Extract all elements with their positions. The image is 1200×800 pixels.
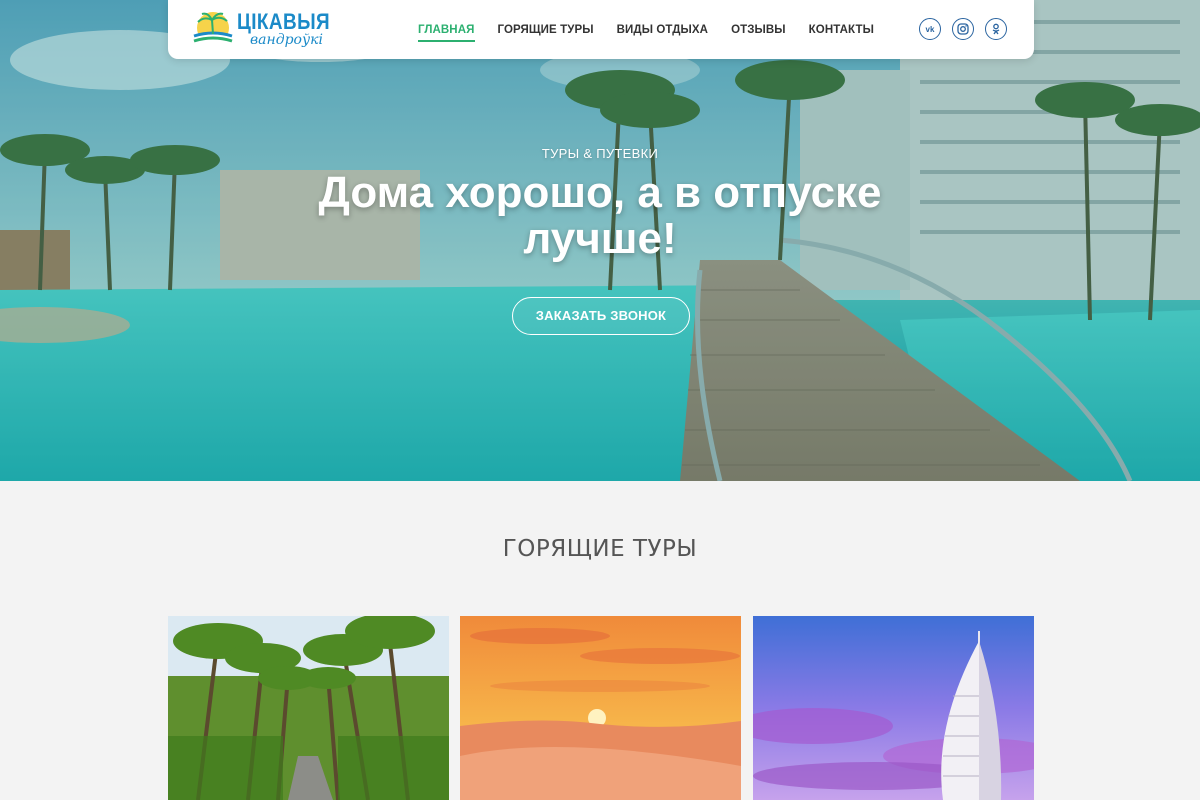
order-call-button[interactable]: ЗАКАЗАТЬ ЗВОНОК xyxy=(512,297,690,335)
nav-item-home[interactable]: ГЛАВНАЯ xyxy=(418,0,475,59)
hero-title: Дома хорошо, а в отпуске лучше! xyxy=(318,168,882,263)
instagram-icon[interactable] xyxy=(952,18,974,40)
main-nav: ГЛАВНАЯ ГОРЯЩИЕ ТУРЫ ВИДЫ ОТДЫХА ОТЗЫВЫ … xyxy=(418,0,897,59)
tour-card-desert[interactable] xyxy=(460,616,741,800)
logo[interactable]: ЦІКАВЫЯ вандроўкі xyxy=(192,8,330,52)
palm-road-image xyxy=(168,616,449,800)
palm-logo-icon xyxy=(192,12,234,52)
instagram-glyph-icon xyxy=(957,23,969,35)
desert-sunset-image xyxy=(460,616,741,800)
site-header: ЦІКАВЫЯ вандроўкі ГЛАВНАЯ ГОРЯЩИЕ ТУРЫ В… xyxy=(168,0,1034,59)
hero-subtitle: ТУРЫ & ПУТЕВКИ xyxy=(541,146,659,161)
odnoklassniki-glyph-icon xyxy=(992,23,1000,35)
nav-item-hot-tours[interactable]: ГОРЯЩИЕ ТУРЫ xyxy=(498,0,594,59)
hero-banner: ТУРЫ & ПУТЕВКИ Дома хорошо, а в отпуске … xyxy=(0,0,1200,481)
social-links: vk xyxy=(919,18,1018,40)
odnoklassniki-icon[interactable] xyxy=(985,18,1007,40)
burj-al-arab-image xyxy=(753,616,1034,800)
tour-card-dubai[interactable] xyxy=(753,616,1034,800)
tour-card-palm-road[interactable] xyxy=(168,616,449,800)
nav-item-contacts[interactable]: КОНТАКТЫ xyxy=(809,0,874,59)
vk-icon-glyph: vk xyxy=(925,24,935,34)
nav-item-reviews[interactable]: ОТЗЫВЫ xyxy=(731,0,786,59)
nav-item-vacation-types[interactable]: ВИДЫ ОТДЫХА xyxy=(617,0,708,59)
section-title: ГОРЯЩИЕ ТУРЫ xyxy=(502,536,698,562)
vk-icon[interactable]: vk xyxy=(919,18,941,40)
logo-title: ЦІКАВЫЯ xyxy=(237,9,331,34)
logo-subtitle: вандроўкі xyxy=(250,32,323,48)
